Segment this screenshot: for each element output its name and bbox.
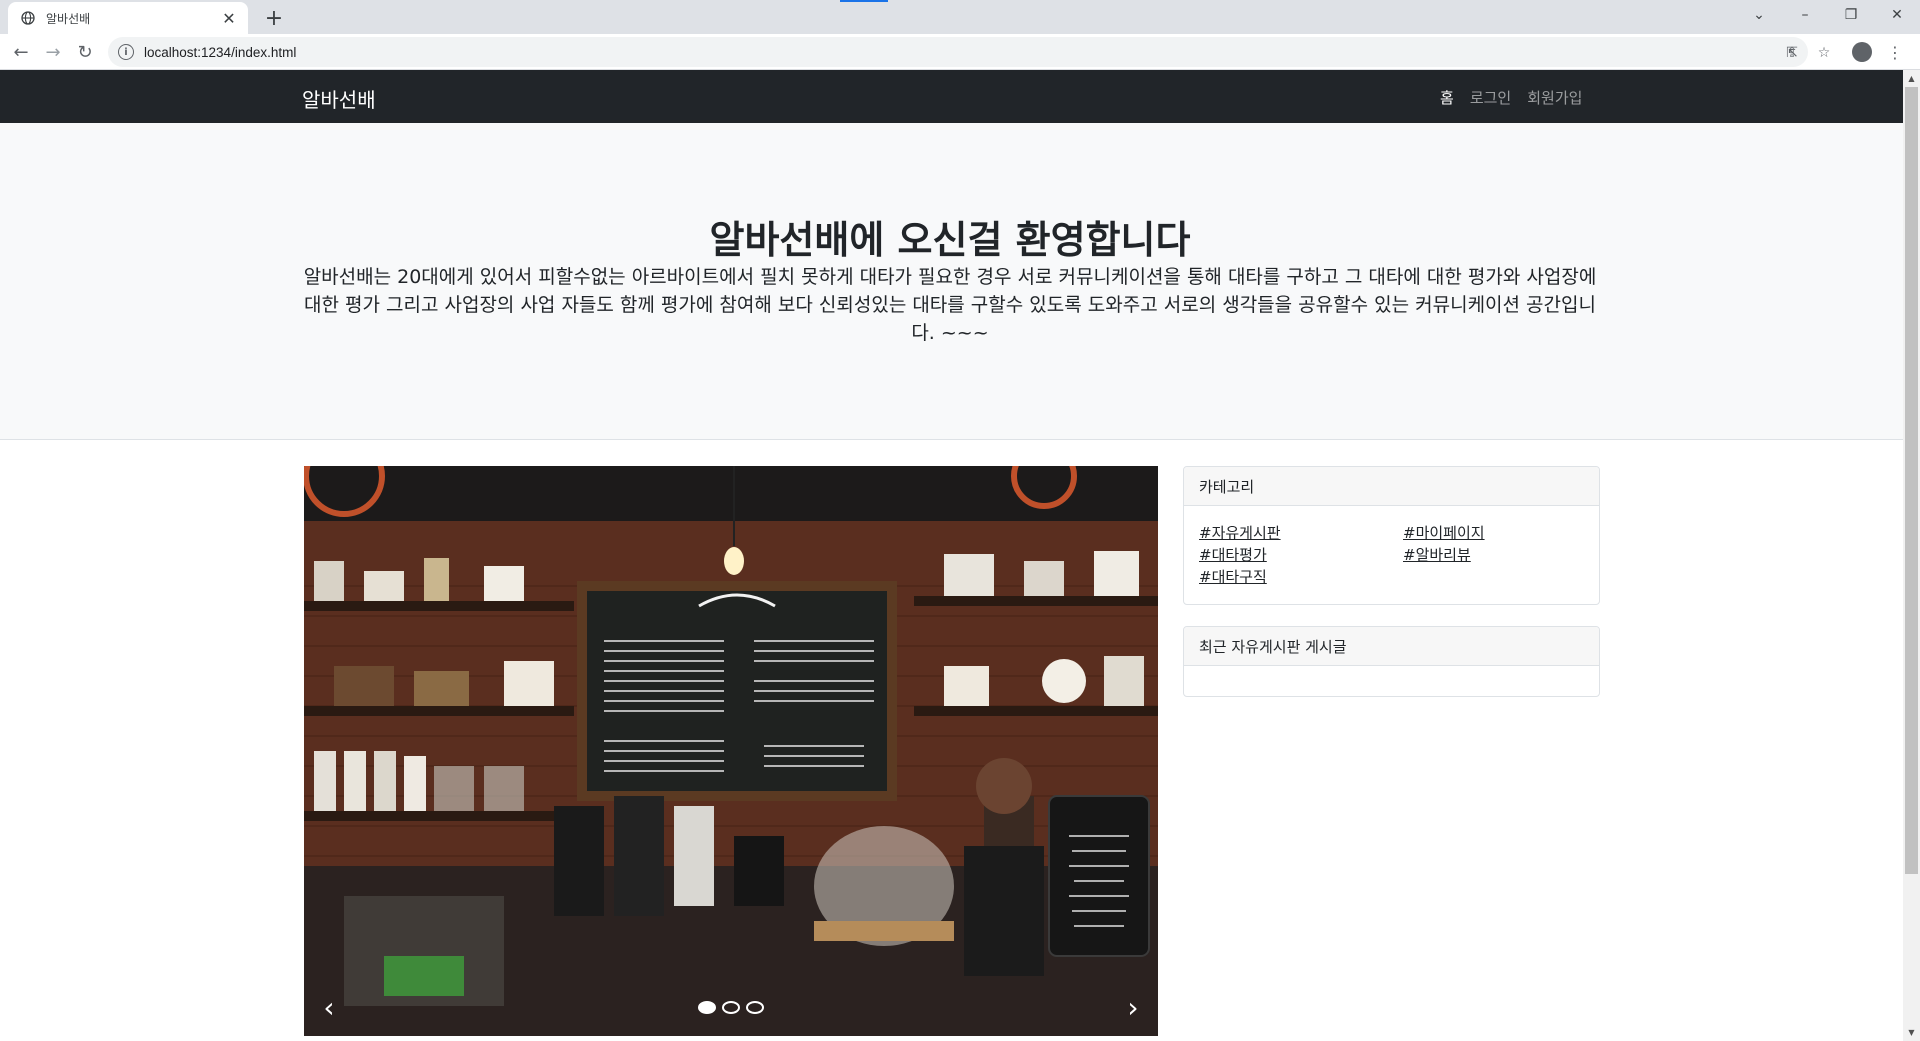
site-navbar: 알바선배 홈 로그인 회원가입	[0, 70, 1903, 123]
carousel-indicator-2[interactable]	[722, 1001, 740, 1014]
share-page-icon[interactable]: ⇱	[1784, 45, 1800, 61]
address-bar[interactable]: i localhost:1234/index.html ⇪	[108, 37, 1808, 67]
nav-link-home[interactable]: 홈	[1440, 87, 1454, 108]
tab-loading-indicator	[840, 0, 888, 2]
image-carousel[interactable]: ‹ ›	[304, 466, 1158, 1036]
browser-tab[interactable]: 알바선배 ✕	[8, 2, 248, 34]
profile-avatar-icon[interactable]	[1852, 42, 1872, 62]
navbar-brand[interactable]: 알바선배	[302, 84, 376, 113]
category-card: 카테고리 #자유게시판 #마이페이지 #대타평가 #알바리뷰 #대타구직	[1183, 466, 1600, 605]
cafe-counter-image	[304, 466, 1158, 1036]
bookmark-star-icon[interactable]: ☆	[1816, 45, 1832, 61]
back-button[interactable]: ←	[6, 37, 36, 67]
restore-button[interactable]: ❐	[1828, 0, 1874, 30]
globe-icon	[20, 10, 36, 26]
category-link-substitute-job[interactable]: #대타구직	[1199, 566, 1403, 588]
recent-posts-card: 최근 자유게시판 게시글	[1183, 626, 1600, 697]
scroll-up-arrow-icon[interactable]: ▲	[1903, 70, 1920, 87]
carousel-indicators	[304, 1001, 1158, 1014]
scrollbar-thumb[interactable]	[1905, 87, 1918, 874]
tab-title: 알바선배	[46, 11, 91, 26]
category-link-grid: #자유게시판 #마이페이지 #대타평가 #알바리뷰 #대타구직	[1199, 522, 1584, 588]
category-card-body: #자유게시판 #마이페이지 #대타평가 #알바리뷰 #대타구직	[1184, 506, 1599, 604]
recent-posts-card-header: 최근 자유게시판 게시글	[1184, 627, 1599, 666]
category-link-free-board[interactable]: #자유게시판	[1199, 522, 1403, 544]
carousel-indicator-3[interactable]	[746, 1001, 764, 1014]
reload-button[interactable]: ↻	[70, 37, 100, 67]
category-link-mypage[interactable]: #마이페이지	[1403, 522, 1583, 544]
category-card-header: 카테고리	[1184, 467, 1599, 506]
carousel-indicator-1[interactable]	[698, 1001, 716, 1014]
page-scrollbar[interactable]: ▲ ▼	[1903, 70, 1920, 1041]
hero-title: 알바선배에 오신걸 환영합니다	[709, 218, 1191, 262]
nav-link-signup[interactable]: 회원가입	[1527, 87, 1582, 108]
tab-search-icon[interactable]: ⌄	[1736, 0, 1782, 30]
browser-menu-icon[interactable]: ⋮	[1887, 40, 1903, 64]
browser-tab-strip: 알바선배 ✕ + ⌄ – ❐ ✕	[0, 0, 1920, 34]
recent-posts-card-body	[1184, 666, 1599, 696]
hero-description: 알바선배는 20대에게 있어서 피할수없는 아르바이트에서 필치 못하게 대타가…	[303, 266, 1597, 344]
close-tab-icon[interactable]: ✕	[220, 9, 238, 28]
new-tab-button[interactable]: +	[260, 4, 288, 32]
forward-button[interactable]: →	[38, 37, 68, 67]
url-text: localhost:1234/index.html	[144, 44, 297, 60]
minimize-button[interactable]: –	[1782, 0, 1828, 30]
nav-link-login[interactable]: 로그인	[1470, 87, 1511, 108]
close-window-button[interactable]: ✕	[1874, 0, 1920, 30]
scroll-down-arrow-icon[interactable]: ▼	[1903, 1024, 1920, 1041]
page-viewport: 알바선배 홈 로그인 회원가입 알바선배에 오신걸 환영합니다 알바선배는 20…	[0, 70, 1903, 1041]
navbar-links: 홈 로그인 회원가입	[1440, 87, 1582, 108]
category-link-substitute-review[interactable]: #대타평가	[1199, 544, 1403, 566]
site-info-icon[interactable]: i	[118, 44, 134, 60]
category-link-job-review[interactable]: #알바리뷰	[1403, 544, 1583, 566]
hero-section: 알바선배에 오신걸 환영합니다 알바선배는 20대에게 있어서 피할수없는 아르…	[0, 123, 1903, 440]
browser-toolbar: ← → ↻ i localhost:1234/index.html ⇪ ⇱ ☆ …	[0, 34, 1920, 70]
